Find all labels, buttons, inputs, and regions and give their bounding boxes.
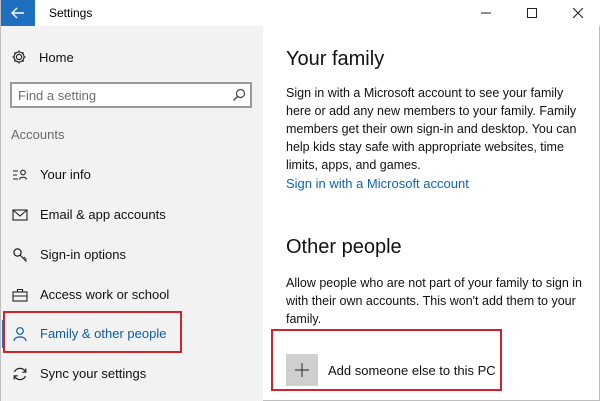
plus-icon (295, 363, 309, 377)
add-someone-label: Add someone else to this PC (328, 362, 496, 378)
gear-icon (12, 50, 26, 64)
mail-icon (12, 207, 28, 223)
highlight-box-family (3, 311, 182, 353)
add-someone-button[interactable]: Add someone else to this PC (286, 354, 496, 386)
family-heading: Your family (286, 48, 385, 70)
minimize-icon (481, 12, 491, 14)
search-input[interactable] (18, 87, 228, 103)
window-title: Settings (49, 6, 93, 20)
other-people-description: Allow people who are not part of your fa… (286, 276, 582, 326)
maximize-button[interactable] (509, 0, 555, 26)
contact-card-icon (12, 167, 28, 183)
search-box[interactable] (10, 82, 252, 108)
home-nav-item[interactable]: Home (11, 47, 74, 67)
title-bar: Settings (1, 0, 600, 26)
sidebar-item-access-work[interactable]: Access work or school (1, 275, 263, 315)
close-button[interactable] (555, 0, 600, 26)
plus-tile (286, 354, 318, 386)
sidebar-item-label: Access work or school (40, 287, 170, 302)
sidebar-item-your-info[interactable]: Your info (1, 155, 263, 195)
sidebar-item-sign-in-options[interactable]: Sign-in options (1, 235, 263, 275)
minimize-button[interactable] (463, 0, 509, 26)
section-title: Accounts (11, 127, 65, 142)
back-arrow-icon (11, 7, 24, 19)
sidebar-item-label: Sync your settings (40, 366, 147, 381)
back-button[interactable] (1, 0, 35, 26)
sync-icon (12, 366, 28, 382)
sidebar-item-email-accounts[interactable]: Email & app accounts (1, 195, 263, 235)
close-icon (573, 8, 583, 18)
home-label: Home (39, 49, 74, 65)
maximize-icon (527, 8, 537, 18)
settings-window: Settings Home Find a setting Accounts Yo… (0, 0, 600, 401)
sidebar-item-label: Sign-in options (40, 247, 126, 262)
sidebar-item-label: Your info (40, 167, 91, 182)
sign-in-microsoft-link[interactable]: Sign in with a Microsoft account (286, 176, 469, 191)
briefcase-icon (12, 287, 28, 303)
other-people-heading: Other people (286, 236, 402, 258)
sidebar-item-label: Email & app accounts (40, 207, 166, 222)
key-icon (12, 247, 28, 263)
main-content: Your family Sign in with a Microsoft acc… (263, 26, 600, 401)
sidebar-item-sync-settings[interactable]: Sync your settings (1, 354, 263, 394)
family-description: Sign in with a Microsoft account to see … (286, 86, 577, 172)
search-icon[interactable] (232, 88, 246, 102)
